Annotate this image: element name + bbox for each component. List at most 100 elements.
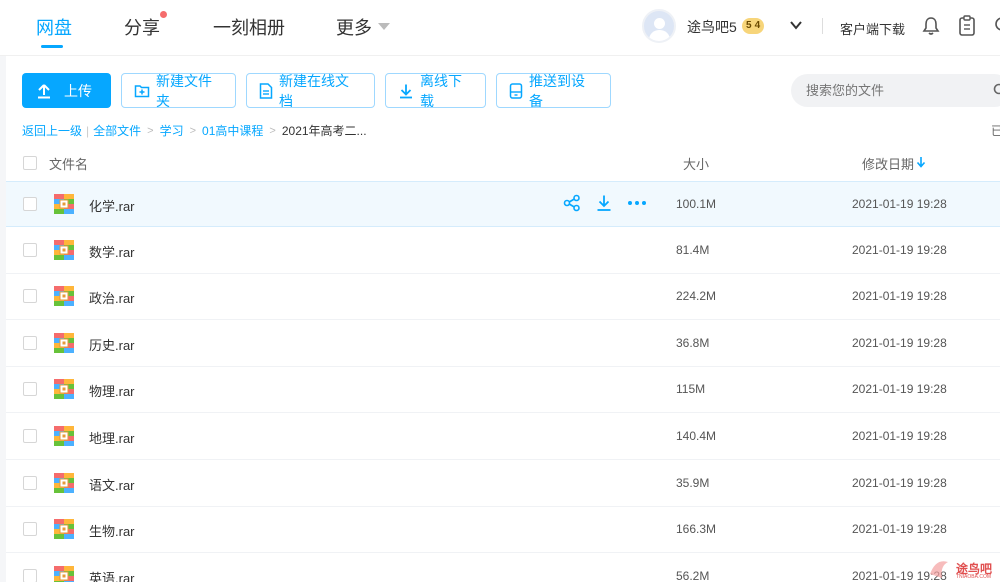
tab-more[interactable]: 更多: [336, 14, 372, 40]
share-icon[interactable]: [563, 194, 581, 212]
rar-file-icon: [54, 239, 74, 260]
row-checkbox[interactable]: [23, 335, 37, 350]
loaded-count-text: 已: [991, 124, 1000, 138]
vip-level-b: 4: [754, 20, 761, 31]
sort-desc-icon[interactable]: [916, 156, 926, 168]
download-icon[interactable]: [595, 194, 613, 212]
document-icon: [259, 82, 273, 99]
tab-photo-album[interactable]: 一刻相册: [213, 14, 285, 40]
chevron-down-icon[interactable]: [789, 18, 803, 32]
row-checkbox[interactable]: [23, 475, 37, 490]
clipboard-icon[interactable]: [957, 15, 977, 37]
search-icon[interactable]: [993, 83, 1000, 97]
row-actions: [563, 194, 647, 212]
table-row[interactable]: 物理.rar 115M 2021-01-19 19:28: [6, 367, 1000, 414]
bell-icon[interactable]: [921, 16, 941, 36]
breadcrumb-separator: |: [86, 123, 90, 138]
rar-file-icon: [54, 332, 74, 353]
avatar[interactable]: [642, 9, 676, 43]
table-header: 文件名 大小 修改日期: [6, 146, 1000, 180]
breadcrumb-current: 2021年高考二...: [281, 124, 367, 138]
new-folder-button[interactable]: 新建文件夹: [121, 72, 236, 109]
file-size: 140.4M: [676, 429, 717, 443]
row-checkbox[interactable]: [23, 242, 37, 257]
top-navigation: 网盘 分享 一刻相册 更多 途鸟吧5 5 4 客户端下载: [0, 0, 1000, 56]
back-link[interactable]: 返回上一级: [22, 122, 82, 139]
file-size: 35.9M: [676, 475, 710, 490]
file-size: 166.3M: [676, 522, 717, 537]
watermark-subtext: TNIAOBA.COM: [956, 574, 992, 580]
row-checkbox[interactable]: [23, 197, 37, 211]
folder-plus-icon: [134, 84, 150, 97]
username[interactable]: 途鸟吧5: [687, 17, 737, 37]
push-to-device-button[interactable]: 推送到设备: [496, 73, 611, 109]
offline-download-button[interactable]: 离线下载: [385, 72, 486, 109]
active-tab-indicator: [41, 45, 63, 48]
row-checkbox[interactable]: [23, 568, 37, 582]
more-options-icon[interactable]: [627, 194, 647, 212]
rar-file-icon: [54, 565, 74, 582]
table-row[interactable]: 语文.rar 35.9M 2021-01-19 19:28: [6, 461, 1000, 507]
breadcrumb-arrow-icon: >: [269, 124, 276, 137]
row-checkbox[interactable]: [23, 522, 37, 537]
file-modified-date: 2021-01-19 19:28: [852, 382, 947, 397]
device-icon: [509, 82, 523, 99]
breadcrumb: 返回上一级 | 全部文件 > 学习 > 01高中课程 > 2021年高考二...: [22, 122, 367, 139]
tab-share[interactable]: 分享: [124, 14, 160, 40]
rar-file-icon: [54, 286, 74, 307]
client-download-link[interactable]: 客户端下载: [840, 19, 905, 38]
file-name[interactable]: 英语.rar: [89, 568, 135, 582]
breadcrumb-all-files[interactable]: 全部文件: [93, 122, 141, 139]
breadcrumb-study[interactable]: 学习: [160, 122, 184, 139]
file-modified-date: 2021-01-19 19:28: [852, 335, 947, 350]
table-row[interactable]: 化学.rar 100.1M 2021-01-19 19:28: [6, 181, 1000, 227]
table-row[interactable]: 历史.rar 36.8M 2021-01-19 19:28: [6, 321, 1000, 367]
offline-download-label: 离线下载: [420, 72, 462, 109]
rar-file-icon: [54, 426, 74, 446]
column-header-modified[interactable]: 修改日期: [862, 154, 914, 173]
vip-level-a: 5: [746, 20, 752, 31]
file-name[interactable]: 地理.rar: [89, 428, 135, 447]
rar-file-icon: [54, 379, 74, 400]
file-name[interactable]: 政治.rar: [89, 288, 135, 307]
column-header-name[interactable]: 文件名: [49, 154, 88, 173]
column-header-size[interactable]: 大小: [683, 154, 709, 173]
file-name[interactable]: 数学.rar: [89, 242, 135, 261]
file-name[interactable]: 生物.rar: [89, 521, 135, 540]
rar-file-icon: [54, 472, 74, 493]
vip-level-badge: 5 4: [742, 18, 765, 34]
upload-button[interactable]: 上传: [22, 73, 111, 108]
file-size: 115M: [676, 382, 706, 397]
search-input[interactable]: [791, 74, 1000, 107]
breadcrumb-arrow-icon: >: [189, 124, 197, 137]
notification-dot: [160, 11, 167, 18]
row-checkbox[interactable]: [23, 382, 37, 397]
file-modified-date: 2021-01-19 19:28: [852, 475, 947, 490]
tab-netdisk[interactable]: 网盘: [36, 14, 72, 40]
file-name[interactable]: 语文.rar: [89, 475, 135, 494]
file-modified-date: 2021-01-19 19:28: [852, 197, 947, 211]
table-row[interactable]: 地理.rar 140.4M 2021-01-19 19:28: [6, 414, 1000, 460]
table-row[interactable]: 政治.rar 224.2M 2021-01-19 19:28: [6, 274, 1000, 321]
new-online-doc-button[interactable]: 新建在线文档: [246, 73, 375, 109]
file-name[interactable]: 物理.rar: [89, 381, 135, 400]
divider: [822, 18, 823, 34]
breadcrumb-high-school[interactable]: 01高中课程: [202, 122, 263, 139]
upload-label: 上传: [64, 82, 92, 99]
breadcrumb-arrow-icon: >: [147, 124, 154, 137]
file-name[interactable]: 化学.rar: [89, 196, 135, 215]
caret-down-icon[interactable]: [378, 23, 390, 30]
file-size: 224.2M: [676, 289, 717, 304]
file-modified-date: 2021-01-19 19:28: [852, 242, 947, 257]
upload-icon: [38, 83, 50, 98]
row-checkbox[interactable]: [23, 429, 37, 443]
table-row[interactable]: 数学.rar 81.4M 2021-01-19 19:28: [6, 228, 1000, 274]
new-folder-label: 新建文件夹: [156, 72, 212, 109]
row-checkbox[interactable]: [23, 289, 37, 304]
file-name[interactable]: 历史.rar: [89, 335, 135, 354]
rar-file-icon: [54, 519, 74, 540]
table-row[interactable]: 英语.rar 56.2M 2021-01-19 19:28: [6, 554, 1000, 582]
message-icon[interactable]: [993, 17, 1000, 35]
table-row[interactable]: 生物.rar 166.3M 2021-01-19 19:28: [6, 507, 1000, 554]
select-all-checkbox[interactable]: [23, 156, 37, 170]
